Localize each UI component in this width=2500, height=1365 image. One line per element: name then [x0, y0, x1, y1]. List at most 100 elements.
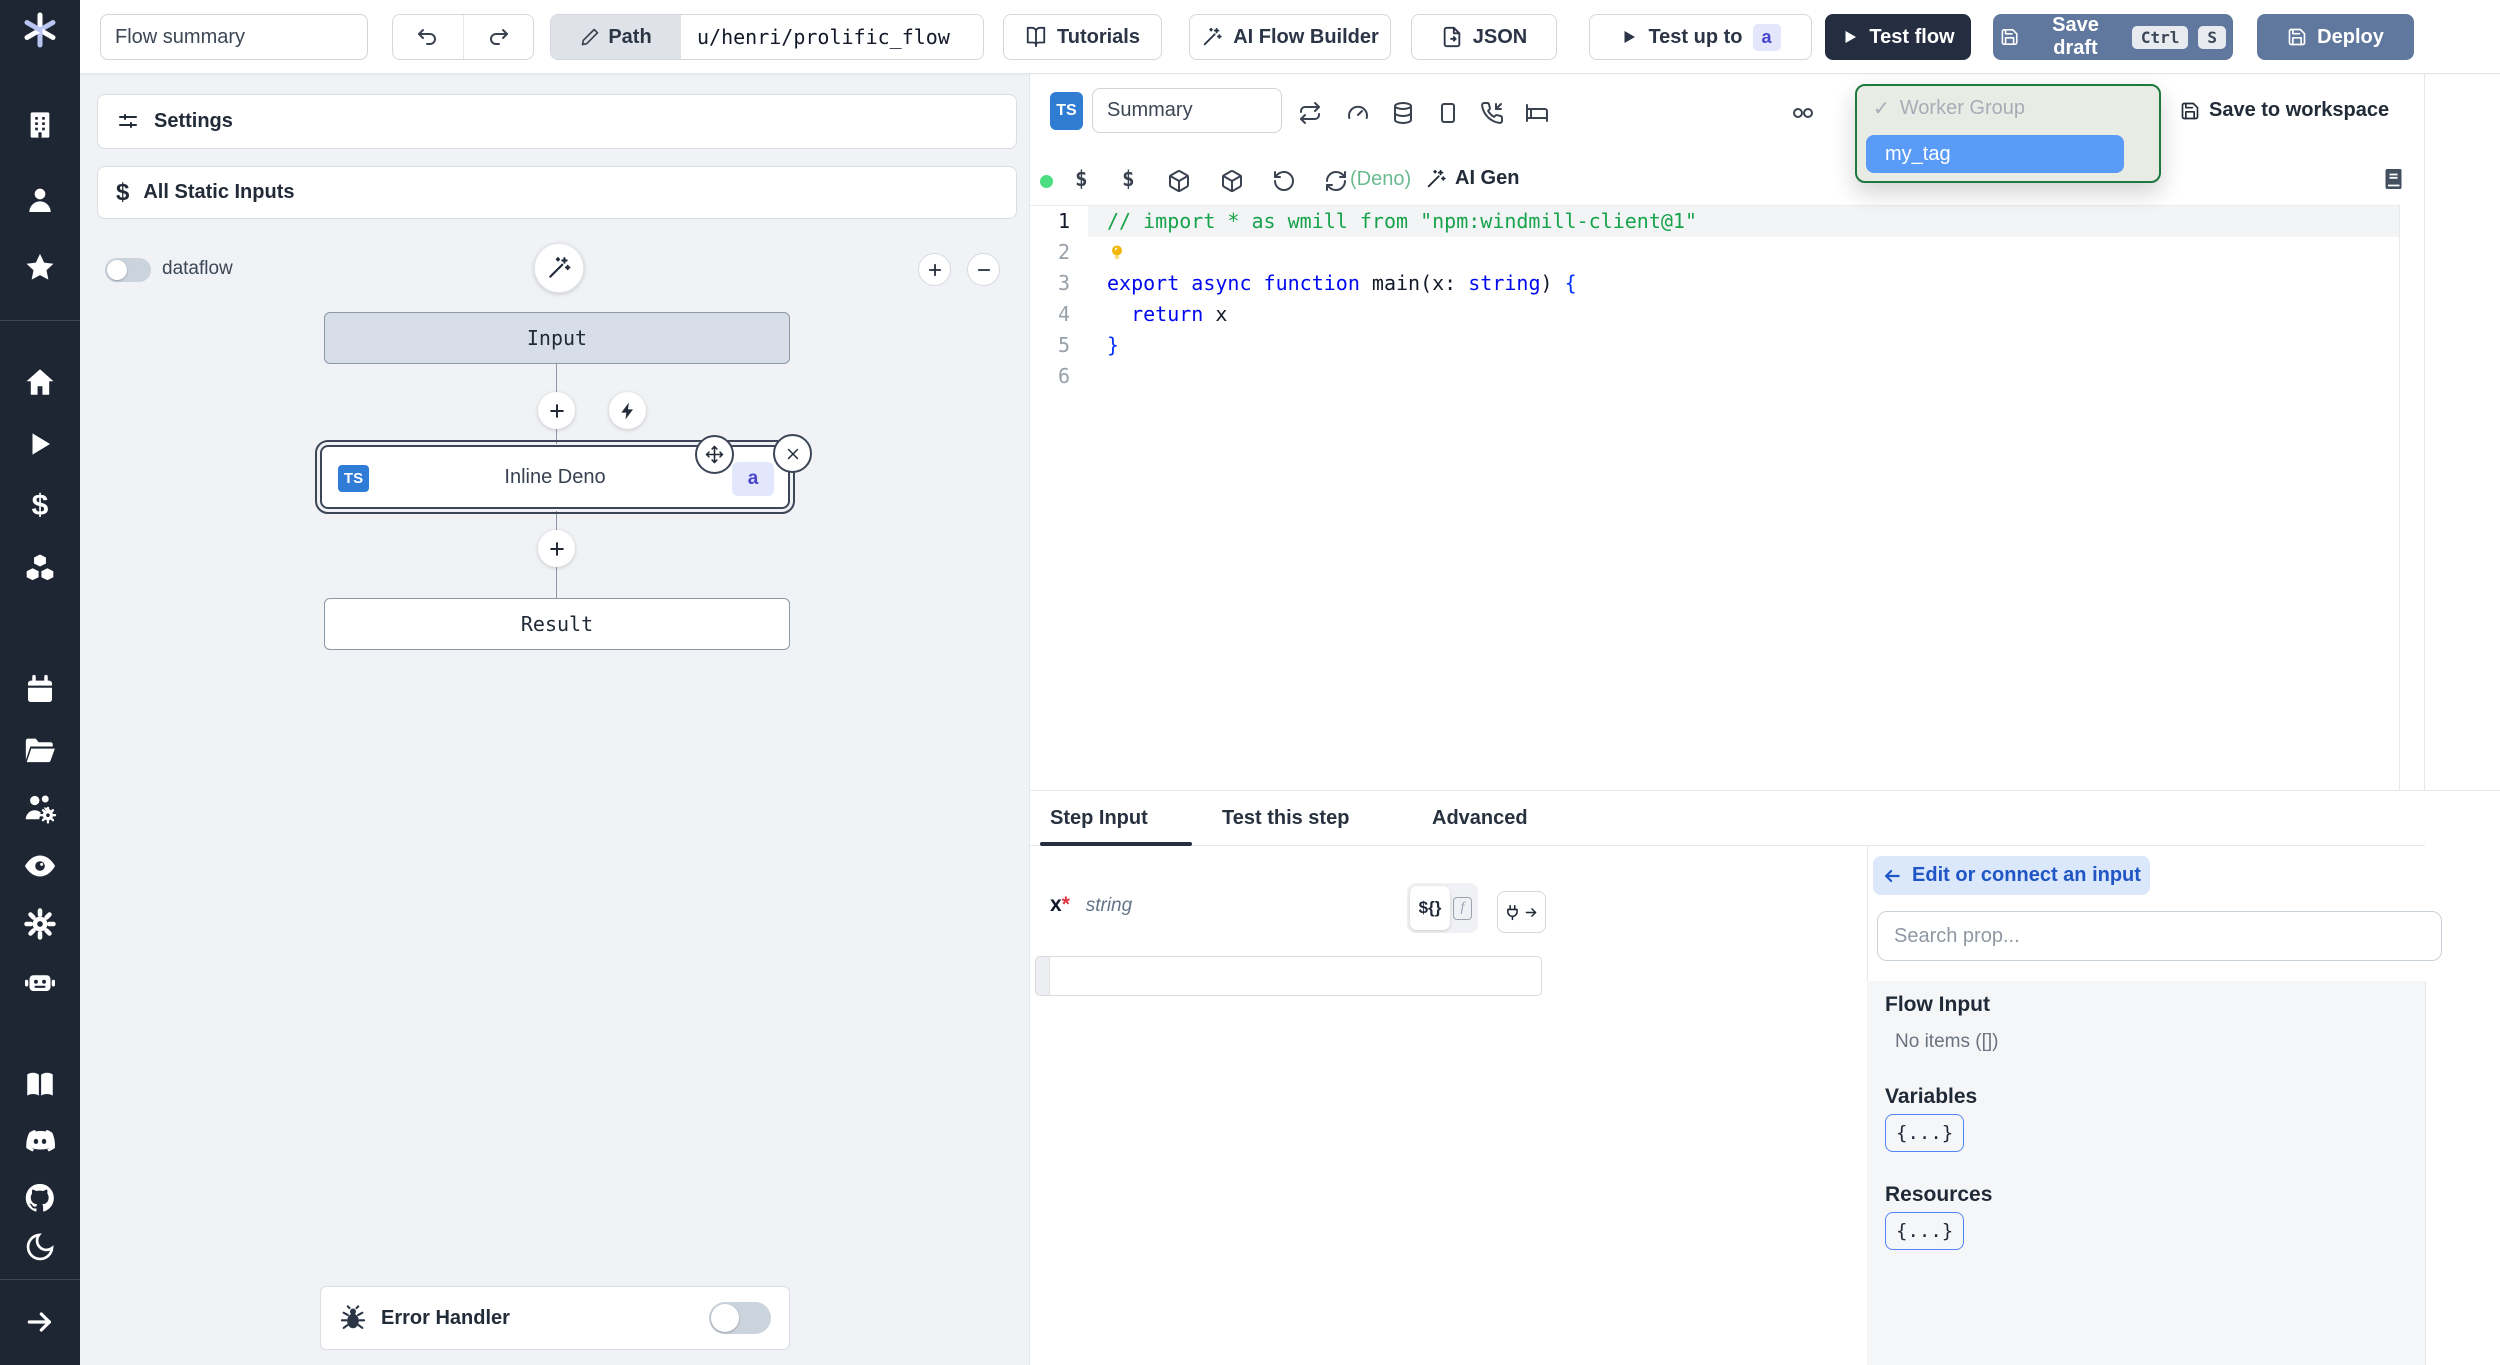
- error-handler-toggle[interactable]: [709, 1302, 771, 1334]
- tutorials-button[interactable]: Tutorials: [1003, 14, 1162, 60]
- flow-node-input[interactable]: Input: [324, 312, 790, 364]
- sidebar-item-github[interactable]: [0, 1176, 80, 1220]
- delete-step-button[interactable]: [773, 434, 812, 473]
- variables-object-chip[interactable]: {...}: [1885, 1114, 1965, 1152]
- move-step-handle[interactable]: [695, 435, 734, 474]
- pencil-icon: [580, 27, 600, 47]
- ai-gen-button[interactable]: AI Gen: [1425, 167, 1519, 190]
- field-value-input[interactable]: [1050, 957, 1541, 995]
- path-input[interactable]: [681, 15, 983, 59]
- sidebar-item-home[interactable]: [0, 360, 80, 404]
- ai-wand-button[interactable]: [534, 243, 584, 293]
- dataflow-toggle[interactable]: [105, 258, 151, 282]
- book-icon: [27, 1072, 53, 1096]
- wand-icon: [1425, 168, 1447, 190]
- early-stop-button[interactable]: [1436, 101, 1460, 125]
- library-icon: [2382, 167, 2406, 191]
- suspend-button[interactable]: [1480, 101, 1504, 125]
- save-draft-button[interactable]: Save draft Ctrl S: [1993, 14, 2233, 60]
- sidebar-item-resources[interactable]: [0, 546, 80, 590]
- field-name: x: [1050, 893, 1062, 916]
- flow-summary-input[interactable]: [100, 14, 368, 60]
- sidebar-item-audit[interactable]: [0, 844, 80, 888]
- field-value-input-wrap: [1035, 956, 1542, 996]
- reset-code-button[interactable]: [1272, 169, 1296, 193]
- all-static-inputs-card[interactable]: $ All Static Inputs: [97, 166, 1017, 219]
- sidebar-item-theme[interactable]: [0, 1225, 80, 1269]
- resource-picker-button[interactable]: [1167, 169, 1191, 193]
- sidebar-item-user[interactable]: [0, 178, 80, 222]
- sleep-button[interactable]: [1525, 101, 1549, 125]
- sidebar-item-logo[interactable]: [0, 8, 80, 52]
- cache-button[interactable]: [1391, 101, 1415, 125]
- editor-scrollbar-track[interactable]: [2399, 205, 2400, 790]
- sidebar-item-favorites[interactable]: [0, 246, 80, 290]
- test-up-to-button[interactable]: Test up to a: [1589, 14, 1812, 60]
- add-trigger-button[interactable]: [609, 392, 646, 429]
- add-step-button-top[interactable]: [538, 392, 575, 429]
- sidebar-expand-button[interactable]: [0, 1300, 80, 1344]
- mock-button[interactable]: [1791, 101, 1815, 125]
- code-area[interactable]: 1 // import * as wmill from "npm:windmil…: [1030, 205, 2399, 392]
- toggle-knob: [107, 260, 127, 280]
- path-button[interactable]: Path: [551, 15, 681, 59]
- variable-picker-button[interactable]: $: [1122, 167, 1135, 191]
- line-content: return x: [1131, 302, 1228, 326]
- json-button[interactable]: JSON: [1411, 14, 1557, 60]
- phone-incoming-icon: [1480, 101, 1504, 125]
- script-library-button[interactable]: [2382, 167, 2406, 191]
- result-node-label: Result: [520, 612, 594, 636]
- zoom-in-button[interactable]: [918, 253, 951, 286]
- tab-test-this-step[interactable]: Test this step: [1222, 791, 1349, 845]
- worker-group-option-my-tag[interactable]: my_tag: [1866, 135, 2124, 173]
- rotate-ccw-icon: [1272, 169, 1296, 193]
- move-icon: [705, 445, 724, 464]
- sidebar-item-runs[interactable]: [0, 422, 80, 466]
- typescript-badge: TS: [338, 465, 369, 492]
- edit-or-connect-button[interactable]: Edit or connect an input: [1873, 856, 2150, 895]
- sidebar-item-workspace[interactable]: [0, 103, 80, 147]
- error-handler-card[interactable]: Error Handler: [320, 1286, 790, 1350]
- sidebar-item-discord[interactable]: [0, 1120, 80, 1164]
- undo-button[interactable]: [393, 25, 463, 49]
- sidebar-item-settings[interactable]: [0, 902, 80, 946]
- input-drag-handle[interactable]: [1036, 957, 1050, 995]
- settings-card[interactable]: Settings: [97, 94, 1017, 149]
- ai-flow-builder-button[interactable]: AI Flow Builder: [1189, 14, 1391, 60]
- sidebar-item-schedules[interactable]: [0, 668, 80, 712]
- add-step-button-bottom[interactable]: [538, 530, 575, 567]
- static-inputs-button[interactable]: $: [1075, 167, 1088, 191]
- resources-object-chip[interactable]: {...}: [1885, 1212, 1965, 1250]
- save-to-workspace-button[interactable]: Save to workspace: [2180, 99, 2389, 122]
- connect-input-button[interactable]: [1497, 891, 1546, 933]
- zoom-out-button[interactable]: [967, 253, 1000, 286]
- redo-button[interactable]: [462, 15, 534, 59]
- flow-node-result[interactable]: Result: [324, 598, 790, 650]
- concurrency-limit-button[interactable]: [1346, 101, 1370, 125]
- test-flow-button[interactable]: Test flow: [1825, 14, 1971, 60]
- resource-type-button[interactable]: [1220, 169, 1244, 193]
- lightbulb-icon[interactable]: [1107, 243, 1127, 263]
- repeat-icon: [1298, 101, 1322, 125]
- home-icon: [26, 369, 54, 395]
- active-tab-underline: [1040, 842, 1192, 846]
- dollar-icon: $: [116, 178, 130, 206]
- selected-tag-label: my_tag: [1885, 143, 1951, 165]
- sidebar-item-groups[interactable]: [0, 786, 80, 830]
- deploy-button[interactable]: Deploy: [2257, 14, 2414, 60]
- template-mode-button[interactable]: ${}: [1410, 886, 1450, 930]
- sidebar-item-folders[interactable]: [0, 728, 80, 772]
- worker-group-dropdown[interactable]: ✓ Worker Group my_tag: [1855, 84, 2161, 183]
- worker-group-option[interactable]: ✓ Worker Group: [1873, 96, 2025, 121]
- javascript-mode-button[interactable]: f: [1450, 896, 1475, 920]
- sidebar-item-docs[interactable]: [0, 1063, 80, 1107]
- tab-step-input[interactable]: Step Input: [1050, 791, 1148, 845]
- step-summary-input[interactable]: [1092, 88, 1282, 133]
- sidebar-item-ai[interactable]: [0, 960, 80, 1004]
- search-prop-input[interactable]: [1877, 911, 2442, 961]
- reload-lsp-button[interactable]: [1324, 169, 1348, 193]
- ai-gen-label: AI Gen: [1455, 167, 1520, 189]
- retry-settings-button[interactable]: [1298, 101, 1322, 125]
- sidebar-item-variables[interactable]: $: [0, 484, 80, 528]
- tab-advanced[interactable]: Advanced: [1432, 791, 1528, 845]
